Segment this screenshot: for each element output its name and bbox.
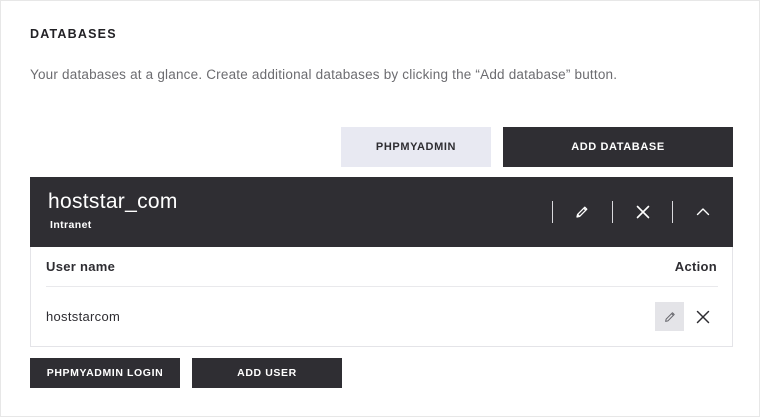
close-icon: [636, 205, 650, 219]
users-table: User name Action hoststarcom: [30, 247, 733, 347]
column-header-action: Action: [674, 259, 717, 274]
section-description: Your databases at a glance. Create addit…: [30, 67, 618, 82]
pencil-icon: [664, 311, 675, 322]
header-divider: [552, 201, 553, 223]
close-icon: [696, 310, 709, 323]
database-card-header: hoststar_com Intranet: [30, 177, 733, 247]
add-database-button[interactable]: ADD DATABASE: [503, 127, 733, 167]
phpmyadmin-login-button[interactable]: PHPMYADMIN LOGIN: [30, 358, 180, 388]
phpmyadmin-button[interactable]: PHPMYADMIN: [341, 127, 491, 167]
edit-database-button[interactable]: [570, 200, 594, 224]
section-title: DATABASES: [30, 27, 117, 41]
chevron-up-icon: [696, 208, 710, 216]
pencil-icon: [576, 206, 588, 218]
header-divider: [672, 201, 673, 223]
divider: [46, 286, 718, 287]
username-cell: hoststarcom: [46, 309, 121, 324]
edit-user-button[interactable]: [655, 302, 684, 331]
delete-database-button[interactable]: [631, 200, 655, 224]
add-user-button[interactable]: ADD USER: [192, 358, 342, 388]
database-name: hoststar_com: [48, 190, 178, 213]
delete-user-button[interactable]: [688, 302, 717, 331]
database-subtitle: Intranet: [50, 219, 92, 231]
column-header-username: User name: [46, 259, 116, 274]
header-divider: [612, 201, 613, 223]
collapse-button[interactable]: [691, 200, 715, 224]
databases-panel: DATABASES Your databases at a glance. Cr…: [0, 0, 760, 417]
